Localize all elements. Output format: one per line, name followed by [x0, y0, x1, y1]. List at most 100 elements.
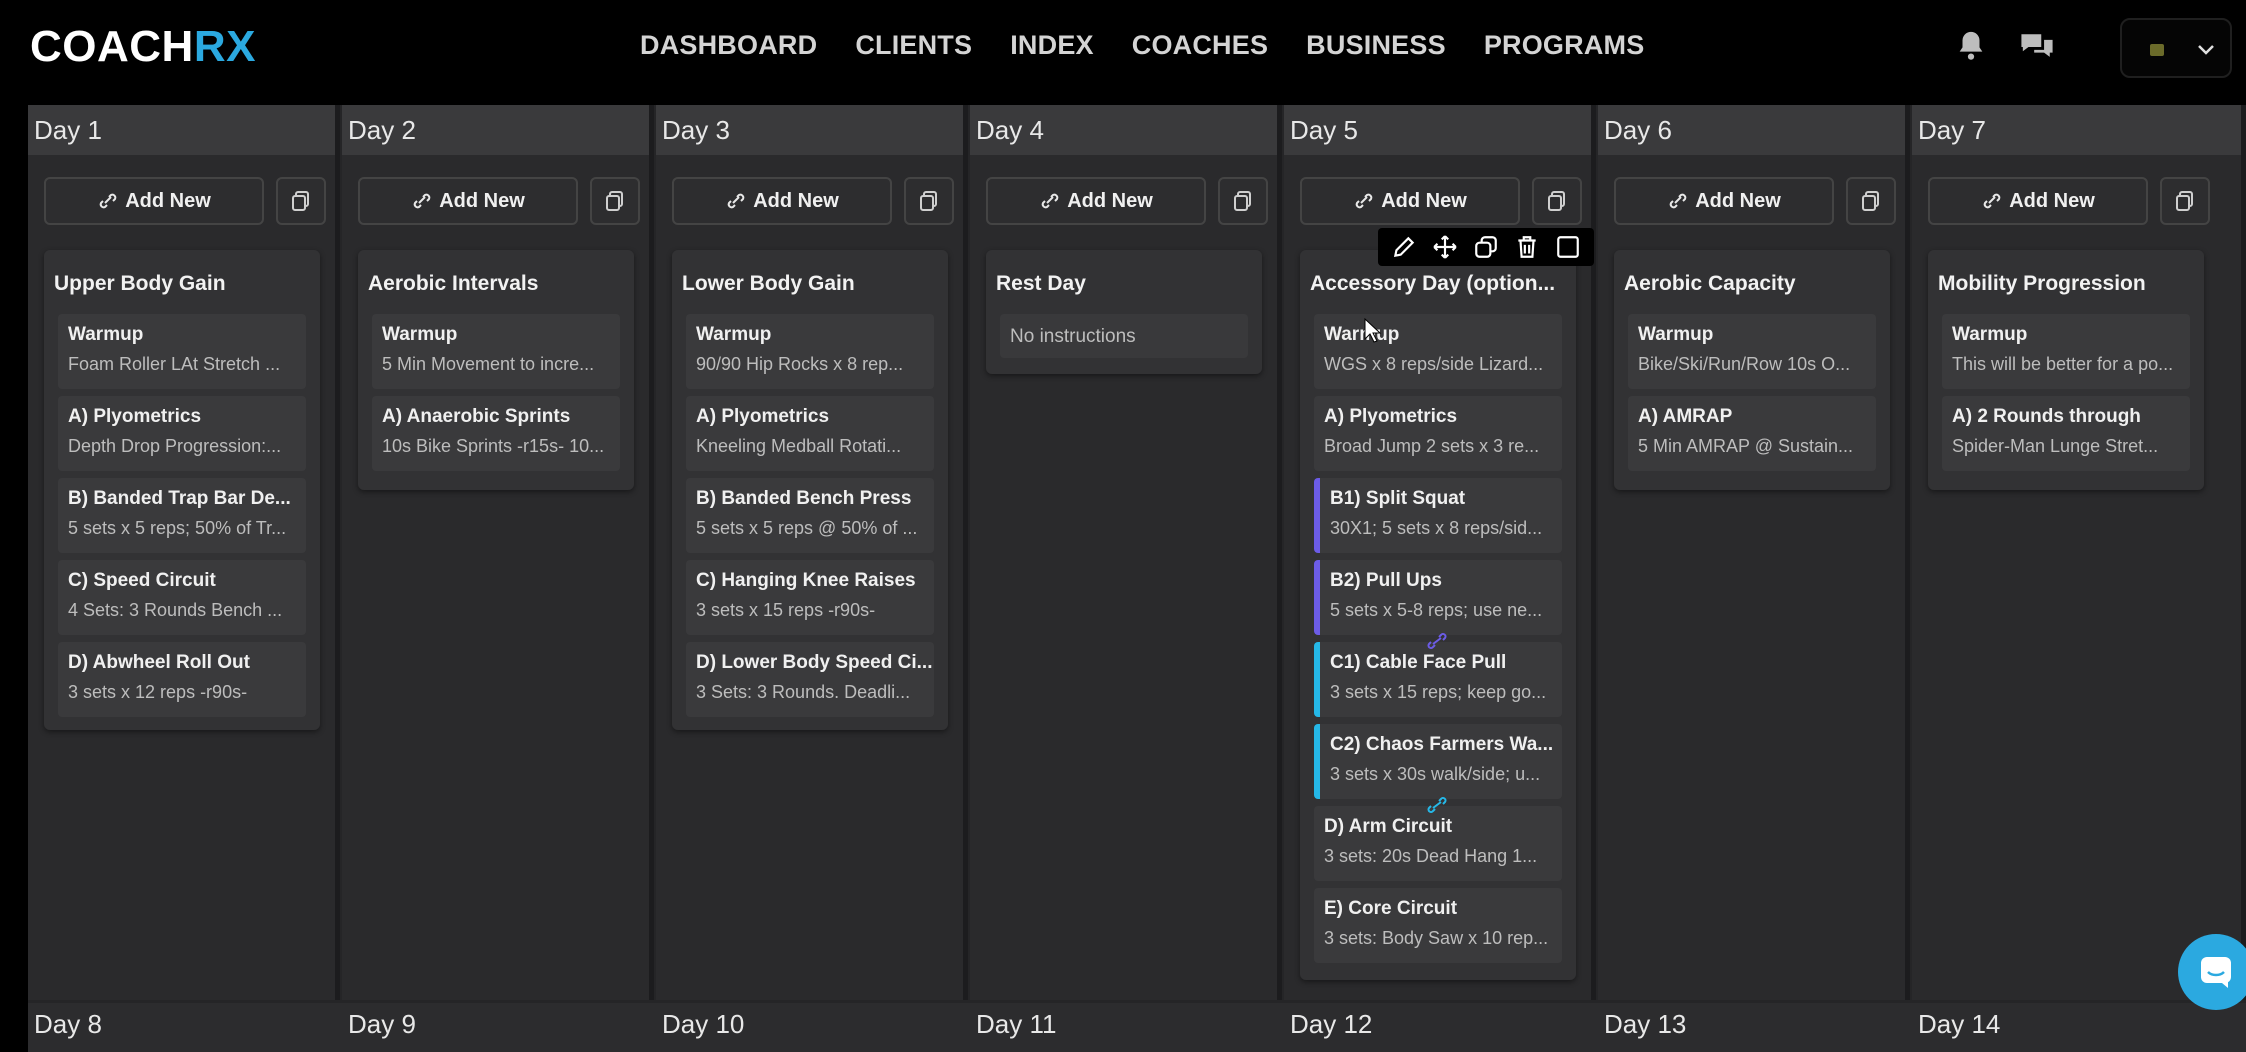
add-new-button[interactable]: Add New	[1928, 177, 2148, 225]
exercise-item[interactable]: B) Banded Bench Press 5 sets x 5 reps @ 5…	[686, 478, 934, 553]
day-label: Day 7	[1918, 115, 1986, 145]
exercise-item[interactable]: Warmup Foam Roller LAt Stretch ...	[58, 314, 306, 389]
add-new-button[interactable]: Add New	[44, 177, 264, 225]
workout-card[interactable]: Rest Day No instructions	[986, 250, 1262, 374]
exercise-item[interactable]: D) Abwheel Roll Out 3 sets x 12 reps -r90…	[58, 642, 306, 717]
exercise-name: Warmup	[1324, 324, 1400, 345]
exercise-desc: 3 sets: 20s Dead Hang 1...	[1324, 846, 1538, 866]
exercise-desc: This will be better for a po...	[1952, 354, 2174, 374]
exercise-item[interactable]: Warmup 90/90 Hip Rocks x 8 rep...	[686, 314, 934, 389]
add-new-button[interactable]: Add New	[358, 177, 578, 225]
top-navigation-bar: COACHRX DASHBOARD CLIENTS INDEX COACHES …	[0, 0, 2246, 93]
exercise-item[interactable]: C) Speed Circuit 4 Sets: 3 Rounds Bench .…	[58, 560, 306, 635]
copy-day-button[interactable]	[2160, 177, 2210, 225]
add-new-label: Add New	[125, 189, 211, 212]
copy-day-button[interactable]	[276, 177, 326, 225]
logo-text: COACH	[30, 22, 194, 71]
exercise-desc: 4 Sets: 3 Rounds Bench ...	[68, 600, 283, 620]
add-new-label: Add New	[1695, 189, 1781, 212]
exercise-name: Warmup	[1638, 324, 1714, 345]
exercise-item[interactable]: A) Plyometrics Kneeling Medball Rotati...	[686, 396, 934, 471]
chevron-down-icon	[2198, 45, 2214, 55]
exercise-item[interactable]: Warmup 5 Min Movement to incre...	[372, 314, 620, 389]
copy-day-button[interactable]	[1218, 177, 1268, 225]
superset-link-icon[interactable]	[1426, 797, 1448, 813]
exercise-desc: Depth Drop Progression:...	[68, 436, 282, 456]
exercise-item[interactable]: A) AMRAP 5 Min AMRAP @ Sustain...	[1628, 396, 1876, 471]
exercise-item[interactable]: A) 2 Rounds through Spider-Man Lunge Stre…	[1942, 396, 2190, 471]
exercise-desc: 3 sets x 30s walk/side; u...	[1330, 764, 1541, 784]
copy-icon	[1548, 191, 1565, 211]
exercise-item[interactable]: C) Hanging Knee Raises 3 sets x 15 reps -…	[686, 560, 934, 635]
nav-index[interactable]: INDEX	[1010, 28, 1094, 63]
exercise-desc: 90/90 Hip Rocks x 8 rep...	[696, 354, 904, 374]
exercise-name: A) Anaerobic Sprints	[382, 406, 571, 427]
nav-dashboard[interactable]: DASHBOARD	[640, 28, 817, 63]
exercise-name: Warmup	[382, 324, 458, 345]
copy-day-button[interactable]	[1532, 177, 1582, 225]
copy-day-button[interactable]	[1846, 177, 1896, 225]
workout-title: Mobility Progression	[1938, 272, 2146, 295]
add-new-button[interactable]: Add New	[986, 177, 1206, 225]
day-label: Day 4	[976, 115, 1044, 145]
copy-day-button[interactable]	[904, 177, 954, 225]
workout-card[interactable]: Mobility Progression Warmup This will be …	[1928, 250, 2204, 490]
exercise-item[interactable]: A) Anaerobic Sprints 10s Bike Sprints -r1…	[372, 396, 620, 471]
copy-icon	[606, 191, 623, 211]
exercise-name: Warmup	[696, 324, 772, 345]
day-label: Day 2	[348, 115, 416, 145]
exercise-item[interactable]: D) Arm Circuit 3 sets: 20s Dead Hang 1...	[1314, 806, 1562, 881]
workout-card[interactable]: Aerobic Intervals Warmup 5 Min Movement t…	[358, 250, 634, 490]
chat-icon[interactable]	[2018, 30, 2056, 64]
next-week-header-row: Day 8 Day 9 Day 10 Day 11 Day 12 Day 13 …	[28, 1003, 2246, 1052]
workout-title: Rest Day	[996, 272, 1086, 295]
superset-exercise-item[interactable]: B1) Split Squat 30X1; 5 sets x 8 reps/sid…	[1314, 478, 1562, 553]
link-icon	[1355, 193, 1373, 209]
copy-day-button[interactable]	[590, 177, 640, 225]
add-new-button[interactable]: Add New	[1614, 177, 1834, 225]
day-column: Day 7 Add New Mobility Progression Warmu…	[1912, 105, 2246, 1000]
add-new-button[interactable]: Add New	[1300, 177, 1520, 225]
nav-coaches[interactable]: COACHES	[1132, 28, 1268, 63]
pencil-icon[interactable]	[1391, 234, 1417, 260]
copy-icon	[1862, 191, 1879, 211]
workout-title: Aerobic Intervals	[368, 272, 539, 295]
exercise-desc: 3 sets x 15 reps -r90s-	[696, 600, 876, 620]
nav-programs[interactable]: PROGRAMS	[1484, 28, 1645, 63]
workout-card[interactable]: Lower Body Gain Warmup 90/90 Hip Rocks x …	[672, 250, 948, 730]
exercise-desc: 5 Min AMRAP @ Sustain...	[1638, 436, 1854, 456]
trash-icon[interactable]	[1514, 234, 1540, 260]
exercise-item[interactable]: A) Plyometrics Broad Jump 2 sets x 3 re..…	[1314, 396, 1562, 471]
nav-clients[interactable]: CLIENTS	[855, 28, 972, 63]
exercise-desc: 30X1; 5 sets x 8 reps/sid...	[1330, 518, 1543, 538]
exercise-item[interactable]: Warmup Bike/Ski/Run/Row 10s O...	[1628, 314, 1876, 389]
workout-card[interactable]: Upper Body Gain Warmup Foam Roller LAt St…	[44, 250, 320, 730]
nav-business[interactable]: BUSINESS	[1306, 28, 1446, 63]
exercise-name: C2) Chaos Farmers Wa...	[1330, 734, 1554, 755]
exercise-item[interactable]: B) Banded Trap Bar De... 5 sets x 5 reps;…	[58, 478, 306, 553]
exercise-item[interactable]: D) Lower Body Speed Ci... 3 Sets: 3 Round…	[686, 642, 934, 717]
exercise-name: B1) Split Squat	[1330, 488, 1466, 509]
exercise-item[interactable]: E) Core Circuit 3 sets: Body Saw x 10 rep…	[1314, 888, 1562, 963]
workout-title: Aerobic Capacity	[1624, 272, 1796, 295]
superset-exercise-item[interactable]: B2) Pull Ups 5 sets x 5-8 reps; use ne...	[1314, 560, 1562, 635]
exercise-item[interactable]: A) Plyometrics Depth Drop Progression:...	[58, 396, 306, 471]
add-new-button[interactable]: Add New	[672, 177, 892, 225]
coachrx-logo[interactable]: COACHRX	[30, 22, 256, 72]
duplicate-icon[interactable]	[1473, 234, 1499, 260]
move-icon[interactable]	[1432, 234, 1458, 260]
account-menu[interactable]	[2120, 18, 2232, 78]
bell-icon[interactable]	[1954, 28, 1988, 64]
workout-card-selected[interactable]: Accessory Day (option... Warmup WGS x 8 r…	[1300, 250, 1576, 980]
workout-card[interactable]: Aerobic Capacity Warmup Bike/Ski/Run/Row …	[1614, 250, 1890, 490]
help-chat-button[interactable]	[2178, 934, 2246, 1010]
superset-exercise-item[interactable]: C1) Cable Face Pull 3 sets x 15 reps; kee…	[1314, 642, 1562, 717]
superset-exercise-item[interactable]: C2) Chaos Farmers Wa... 3 sets x 30s walk…	[1314, 724, 1562, 799]
exercise-item[interactable]: Warmup WGS x 8 reps/side Lizard...	[1314, 314, 1562, 389]
exercise-name: C1) Cable Face Pull	[1330, 652, 1507, 673]
checkbox-icon[interactable]	[1555, 234, 1581, 260]
exercise-item[interactable]: Warmup This will be better for a po...	[1942, 314, 2190, 389]
superset-link-icon[interactable]	[1426, 633, 1448, 649]
exercise-name: B) Banded Trap Bar De...	[68, 488, 291, 509]
day-label: Day 14	[1918, 1009, 2001, 1039]
